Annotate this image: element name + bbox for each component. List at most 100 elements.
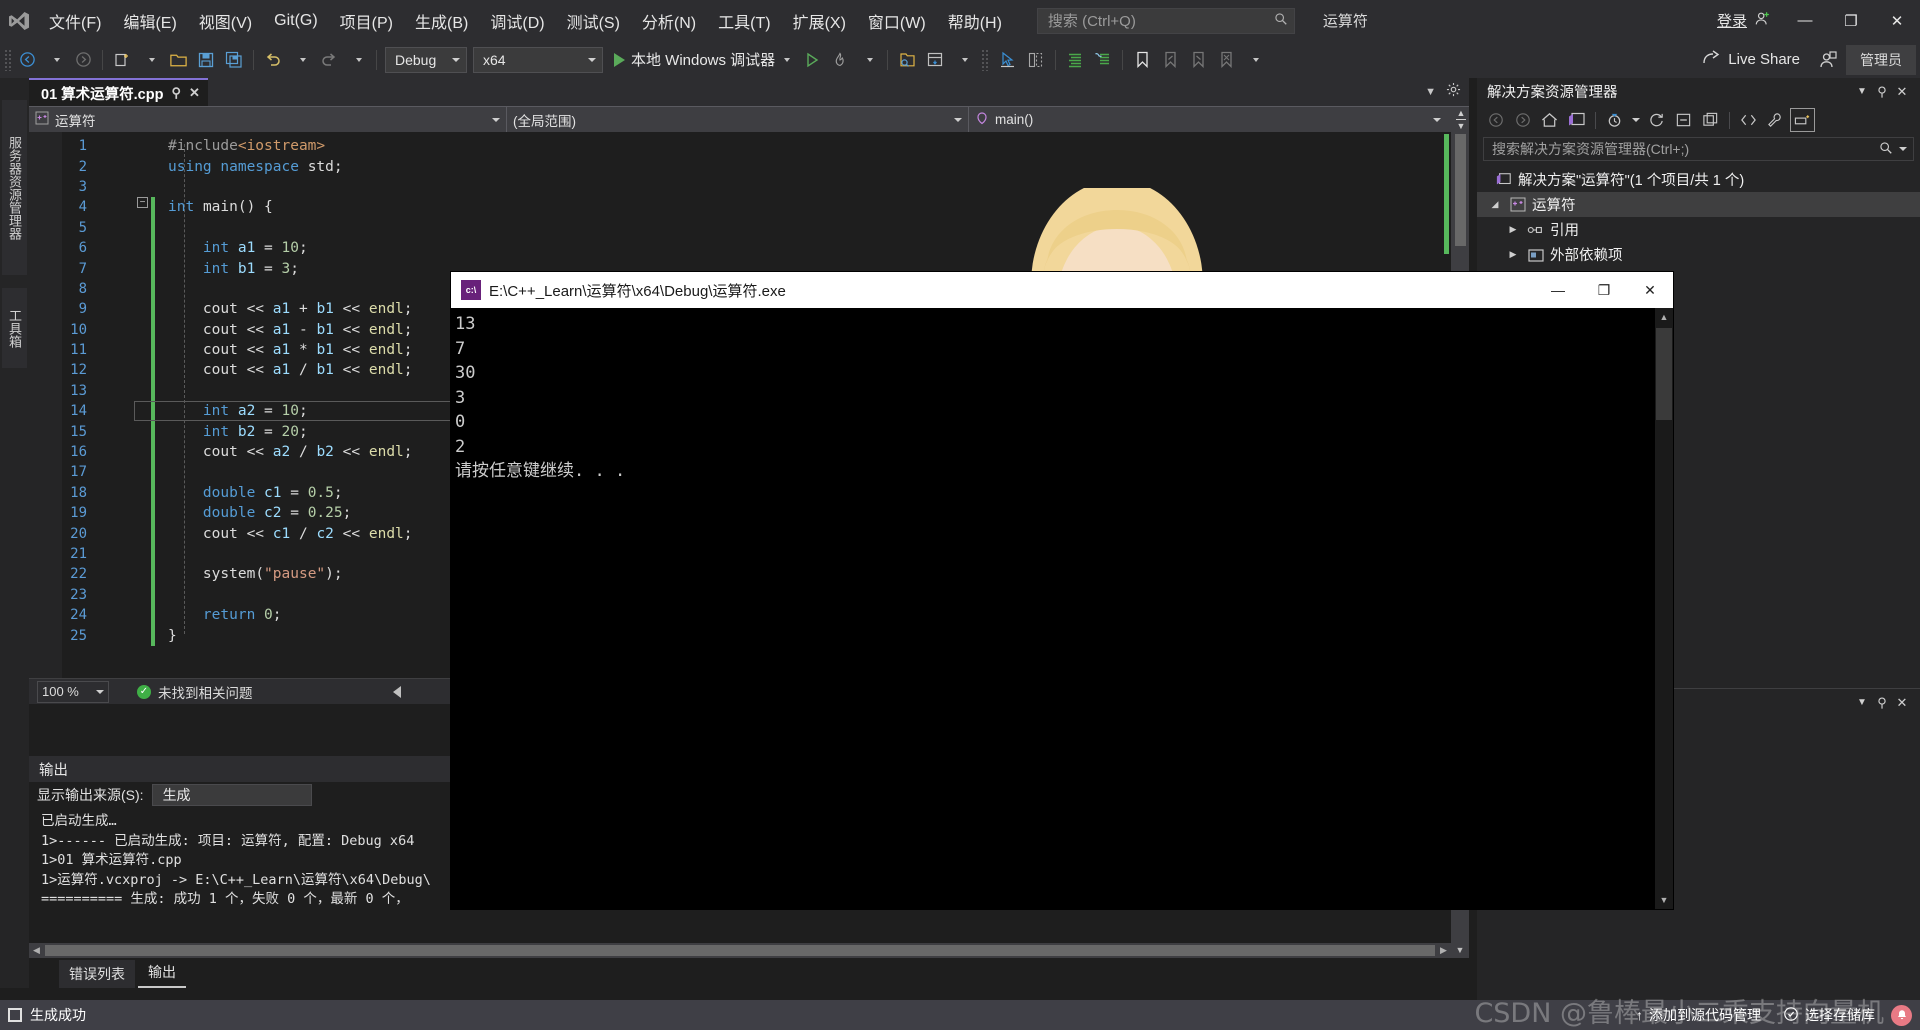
scroll-left-icon[interactable]: ◀ (29, 943, 44, 958)
live-share-button[interactable]: Live Share (1692, 49, 1810, 70)
console-scroll-up-icon[interactable]: ▲ (1655, 308, 1673, 326)
output-hscroll-thumb[interactable] (45, 945, 1435, 956)
output-horizontal-scrollbar[interactable]: ◀ ▶ (29, 943, 1451, 958)
se-solution-icon[interactable] (1564, 108, 1589, 132)
start-debugging-button[interactable]: 本地 Windows 调试器 (606, 46, 798, 74)
tree-item-references[interactable]: ▶ 引用 (1477, 217, 1920, 242)
scroll-down-icon[interactable]: ▼ (1451, 942, 1469, 958)
editor-zoom-combo[interactable]: 100 % (37, 680, 109, 703)
no-issues-status[interactable]: ✓ 未找到相关问题 (137, 682, 253, 702)
uncomment-selection-icon[interactable] (1090, 46, 1116, 74)
panel-close-icon[interactable]: ✕ (1892, 82, 1912, 102)
add-to-source-control-button[interactable]: ↑ 添加到源代码管理 (1630, 1005, 1767, 1025)
editor-settings-icon[interactable] (1446, 82, 1461, 102)
menu-window[interactable]: 窗口(W) (857, 0, 937, 41)
nav-member-combo[interactable]: main() (969, 107, 1447, 133)
console-maximize-button[interactable]: ❐ (1581, 272, 1627, 308)
scroll-right-icon[interactable]: ▶ (1436, 943, 1451, 958)
hot-reload-dropdown[interactable] (855, 46, 881, 74)
twisty-collapsed-icon[interactable]: ▶ (1505, 249, 1521, 260)
notifications-bell-icon[interactable] (1891, 1004, 1912, 1026)
tree-item-external-dependencies[interactable]: ▶ 外部依赖项 (1477, 242, 1920, 267)
tab-output[interactable]: 输出 (138, 958, 186, 988)
menu-extensions[interactable]: 扩展(X) (782, 0, 857, 41)
menu-debug[interactable]: 调试(D) (479, 0, 555, 41)
twisty-collapsed-icon[interactable]: ▶ (1505, 224, 1521, 235)
toolbar-grip-2[interactable] (981, 48, 991, 71)
navigate-forward-button[interactable] (70, 46, 96, 74)
window-close-button[interactable]: ✕ (1874, 0, 1920, 41)
start-without-debugging-button[interactable] (799, 46, 825, 74)
navigate-backward-dropdown[interactable] (42, 46, 68, 74)
new-project-button[interactable] (109, 46, 135, 74)
nav-scope-combo[interactable]: (全局范围) (507, 106, 969, 133)
nav-project-combo[interactable]: 运算符 (29, 106, 507, 133)
previous-bookmark-icon[interactable] (1157, 46, 1183, 74)
select-element-icon[interactable] (995, 46, 1021, 74)
menu-view[interactable]: 视图(V) (188, 0, 263, 41)
live-visual-tree-icon[interactable] (1023, 46, 1049, 74)
next-bookmark-icon[interactable] (1185, 46, 1211, 74)
console-scrollbar-thumb[interactable] (1656, 328, 1672, 420)
se-home-icon[interactable] (1537, 108, 1562, 132)
menu-analyze[interactable]: 分析(N) (631, 0, 707, 41)
console-minimize-button[interactable]: — (1535, 272, 1581, 308)
output-source-combo[interactable]: 生成 (151, 784, 312, 806)
properties-close-icon[interactable]: ✕ (1892, 693, 1912, 713)
tree-item-solution[interactable]: 解决方案"运算符"(1 个项目/共 1 个) (1477, 167, 1920, 192)
toggle-bookmark-icon[interactable] (1129, 46, 1155, 74)
properties-menu-icon[interactable]: ▼ (1852, 693, 1872, 713)
close-tab-icon[interactable]: ✕ (189, 85, 200, 101)
se-forward-icon[interactable] (1510, 108, 1535, 132)
save-all-button[interactable] (221, 46, 247, 74)
menu-tools[interactable]: 工具(T) (707, 0, 781, 41)
previous-issue-button[interactable] (392, 685, 401, 698)
save-button[interactable] (193, 46, 219, 74)
menu-build[interactable]: 生成(B) (404, 0, 479, 41)
select-repository-button[interactable]: 选择存储库 (1777, 1005, 1881, 1025)
panel-pin-icon[interactable]: ⚲ (1872, 82, 1892, 102)
se-back-icon[interactable] (1483, 108, 1508, 132)
global-search-input[interactable]: 搜索 (Ctrl+Q) (1036, 7, 1295, 34)
undo-dropdown[interactable] (288, 46, 314, 74)
se-view-code-icon[interactable] (1736, 108, 1761, 132)
toolbar-overflow-button[interactable] (1241, 46, 1267, 74)
comment-selection-icon[interactable] (1062, 46, 1088, 74)
se-preview-selected-icon[interactable] (1790, 108, 1815, 132)
hot-reload-icon[interactable] (827, 46, 853, 74)
window-minimize-button[interactable]: — (1782, 0, 1828, 41)
menu-project[interactable]: 项目(P) (329, 0, 404, 41)
sidebar-item-server-explorer[interactable]: 服务器资源管理器 (2, 100, 27, 275)
window-layout-dropdown[interactable] (950, 46, 976, 74)
menu-git[interactable]: Git(G) (263, 0, 329, 41)
menu-file[interactable]: 文件(F) (38, 0, 112, 41)
tab-error-list[interactable]: 错误列表 (59, 960, 135, 988)
solution-platform-combo[interactable]: x64 (473, 46, 603, 73)
se-refresh-icon[interactable] (1644, 108, 1669, 132)
se-properties-icon[interactable] (1763, 108, 1788, 132)
console-window[interactable]: c:\ E:\C++_Learn\运算符\x64\Debug\运算符.exe —… (451, 272, 1673, 909)
fold-toggle-main[interactable]: − (137, 197, 148, 208)
console-scroll-down-icon[interactable]: ▼ (1655, 891, 1673, 909)
twisty-expanded-icon[interactable]: ◢ (1487, 199, 1503, 210)
editor-scrollbar-thumb[interactable] (1455, 134, 1466, 246)
se-show-all-files-icon[interactable] (1698, 108, 1723, 132)
redo-dropdown[interactable] (344, 46, 370, 74)
console-close-button[interactable]: ✕ (1627, 272, 1673, 308)
search-in-files-icon[interactable] (894, 46, 920, 74)
tree-item-project[interactable]: ◢ 运算符 (1477, 192, 1920, 217)
sidebar-item-toolbox[interactable]: 工具箱 (2, 288, 27, 368)
panel-menu-icon[interactable]: ▼ (1852, 82, 1872, 102)
navigate-backward-button[interactable] (14, 46, 40, 74)
redo-button[interactable] (316, 46, 342, 74)
active-files-dropdown-icon[interactable]: ▼ (1425, 86, 1436, 98)
se-search-dropdown-icon[interactable] (1899, 147, 1907, 151)
open-file-button[interactable] (165, 46, 191, 74)
pin-tab-icon[interactable]: ⚲ (171, 85, 181, 101)
solution-explorer-search-input[interactable]: 搜索解决方案资源管理器(Ctrl+;) (1483, 137, 1914, 161)
solution-configuration-combo[interactable]: Debug (385, 46, 467, 73)
clear-bookmarks-icon[interactable] (1213, 46, 1239, 74)
se-pending-dropdown-icon[interactable] (1629, 108, 1642, 132)
menu-test[interactable]: 测试(S) (556, 0, 631, 41)
console-title-bar[interactable]: c:\ E:\C++_Learn\运算符\x64\Debug\运算符.exe —… (451, 272, 1673, 308)
